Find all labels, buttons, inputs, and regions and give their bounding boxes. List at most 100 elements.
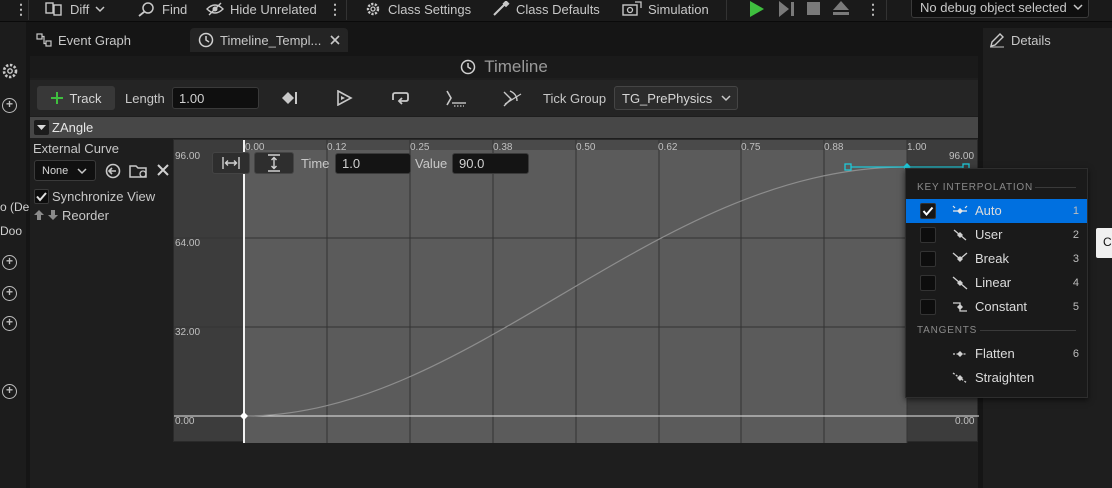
- chevron-down-icon: [77, 167, 87, 175]
- reorder-label: Reorder: [62, 208, 109, 223]
- debug-object-select[interactable]: No debug object selected: [911, 0, 1089, 18]
- x-tick-label: 0.12: [327, 142, 347, 153]
- fit-vertical-icon: [268, 154, 280, 172]
- use-last-keyframe-icon[interactable]: [276, 87, 300, 109]
- curve-editor[interactable]: [173, 139, 979, 443]
- menu-item-auto[interactable]: Auto 1: [906, 199, 1087, 223]
- class-settings-label: Class Settings: [388, 1, 472, 17]
- eject-button[interactable]: [832, 0, 850, 18]
- loop-icon[interactable]: [388, 87, 412, 109]
- document-tab-bar: Event Graph Timeline_Templ...: [26, 22, 978, 56]
- use-selected-asset-icon[interactable]: [104, 162, 122, 180]
- menu-item-break[interactable]: Break 3: [906, 247, 1087, 271]
- collapse-toggle[interactable]: [34, 120, 49, 135]
- hide-unrelated-label: Hide Unrelated: [230, 1, 317, 17]
- menu-item-constant[interactable]: Constant 5: [906, 295, 1087, 319]
- menu-item-shortcut: 4: [1072, 277, 1079, 289]
- synchronize-view-checkbox[interactable]: [34, 189, 49, 204]
- add-icon[interactable]: +: [2, 384, 17, 399]
- gear-icon[interactable]: [1, 62, 19, 80]
- play-options-dots[interactable]: ⋮: [866, 0, 880, 18]
- clock-icon: [198, 32, 214, 48]
- details-header: Details: [989, 32, 1051, 48]
- menu-item-label: Straighten: [975, 370, 1035, 385]
- add-icon[interactable]: +: [2, 98, 17, 113]
- tangent-handle-left[interactable]: [844, 163, 852, 171]
- tick-group-select[interactable]: TG_PrePhysics: [614, 86, 738, 110]
- time-input[interactable]: 1.0: [335, 153, 411, 174]
- user-checkbox[interactable]: [920, 227, 936, 243]
- y-label: 32.00: [175, 327, 201, 338]
- add-icon[interactable]: +: [2, 255, 17, 270]
- tab-timeline[interactable]: Timeline_Templ...: [190, 28, 348, 52]
- add-track-button[interactable]: Track: [37, 86, 115, 110]
- class-defaults-button[interactable]: Class Defaults: [492, 0, 600, 18]
- x-tick-label: 0.50: [576, 142, 596, 153]
- toolbar-overflow-dots[interactable]: ⋮: [328, 0, 342, 18]
- class-defaults-label: Class Defaults: [516, 1, 600, 17]
- close-icon[interactable]: [330, 35, 340, 45]
- class-defaults-icon: [492, 1, 510, 17]
- truncated-label: Doo: [0, 224, 23, 238]
- break-checkbox[interactable]: [920, 251, 936, 267]
- x-tick-label: 0.25: [410, 142, 430, 153]
- constant-checkbox[interactable]: [920, 299, 936, 315]
- tab-label: Timeline_Templ...: [220, 32, 322, 48]
- x-tick-label: 0.88: [824, 142, 844, 153]
- synchronize-view-label: Synchronize View: [52, 189, 156, 204]
- menu-item-flatten[interactable]: Flatten 6: [906, 342, 1087, 366]
- step-button[interactable]: [778, 0, 796, 18]
- play-button[interactable]: [748, 0, 766, 18]
- find-button[interactable]: Find: [138, 0, 187, 18]
- menu-divider: [1035, 187, 1076, 188]
- length-input[interactable]: 1.00: [172, 87, 259, 109]
- ignore-time-dilation-icon[interactable]: [500, 87, 524, 109]
- clear-icon[interactable]: [157, 164, 169, 176]
- tab-event-graph[interactable]: Event Graph: [28, 28, 139, 52]
- stop-button[interactable]: [806, 0, 822, 18]
- add-icon[interactable]: +: [2, 316, 17, 331]
- debug-object-value: No debug object selected: [920, 0, 1067, 15]
- zoom-to-fit-horizontal-button[interactable]: [212, 152, 250, 174]
- menu-item-label: User: [975, 227, 1003, 242]
- play-icon: [748, 1, 766, 17]
- menu-item-straighten[interactable]: Straighten: [906, 366, 1087, 390]
- checkmark-icon: [922, 206, 934, 217]
- eject-icon: [832, 1, 850, 17]
- tooltip: C: [1096, 228, 1112, 258]
- zoom-to-fit-vertical-button[interactable]: [254, 152, 294, 174]
- class-settings-button[interactable]: Class Settings: [364, 0, 471, 18]
- auto-checkbox[interactable]: [920, 203, 936, 219]
- value-input[interactable]: 90.0: [452, 153, 529, 174]
- external-curve-select[interactable]: None: [34, 160, 96, 181]
- curve-select-value: None: [42, 164, 69, 177]
- menu-item-linear[interactable]: Linear 4: [906, 271, 1087, 295]
- pencil-icon: [989, 32, 1005, 48]
- reorder-arrows-icon[interactable]: [33, 209, 59, 221]
- simulation-button[interactable]: Simulation: [622, 0, 709, 18]
- straighten-tangents-icon: [952, 370, 968, 386]
- hide-unrelated-button[interactable]: Hide Unrelated: [206, 0, 317, 18]
- menu-item-user[interactable]: User 2: [906, 223, 1087, 247]
- toolbar-separator: [28, 0, 29, 20]
- simulation-icon: [622, 1, 642, 17]
- x-tick-label: 0.62: [658, 142, 678, 153]
- y-label-right: 0.00: [955, 416, 975, 427]
- menu-item-label: Flatten: [975, 346, 1015, 361]
- track-header[interactable]: ZAngle: [30, 117, 978, 138]
- fit-horizontal-icon: [222, 157, 240, 169]
- autoplay-icon[interactable]: [332, 87, 356, 109]
- toolbar-overflow-dots[interactable]: ⋮: [14, 0, 28, 18]
- replicated-icon[interactable]: [444, 87, 468, 109]
- y-label: 0.00: [175, 416, 195, 427]
- details-title: Details: [1011, 32, 1051, 48]
- length-label: Length: [125, 91, 165, 106]
- add-icon[interactable]: +: [2, 286, 17, 301]
- curve-plot[interactable]: [174, 140, 979, 443]
- diff-button[interactable]: Diff: [44, 0, 105, 18]
- menu-item-label: Constant: [975, 299, 1028, 314]
- linear-checkbox[interactable]: [920, 275, 936, 291]
- browse-folder-icon[interactable]: [129, 162, 149, 180]
- chevron-down-icon: [95, 5, 105, 13]
- truncated-label: o (De: [0, 200, 30, 214]
